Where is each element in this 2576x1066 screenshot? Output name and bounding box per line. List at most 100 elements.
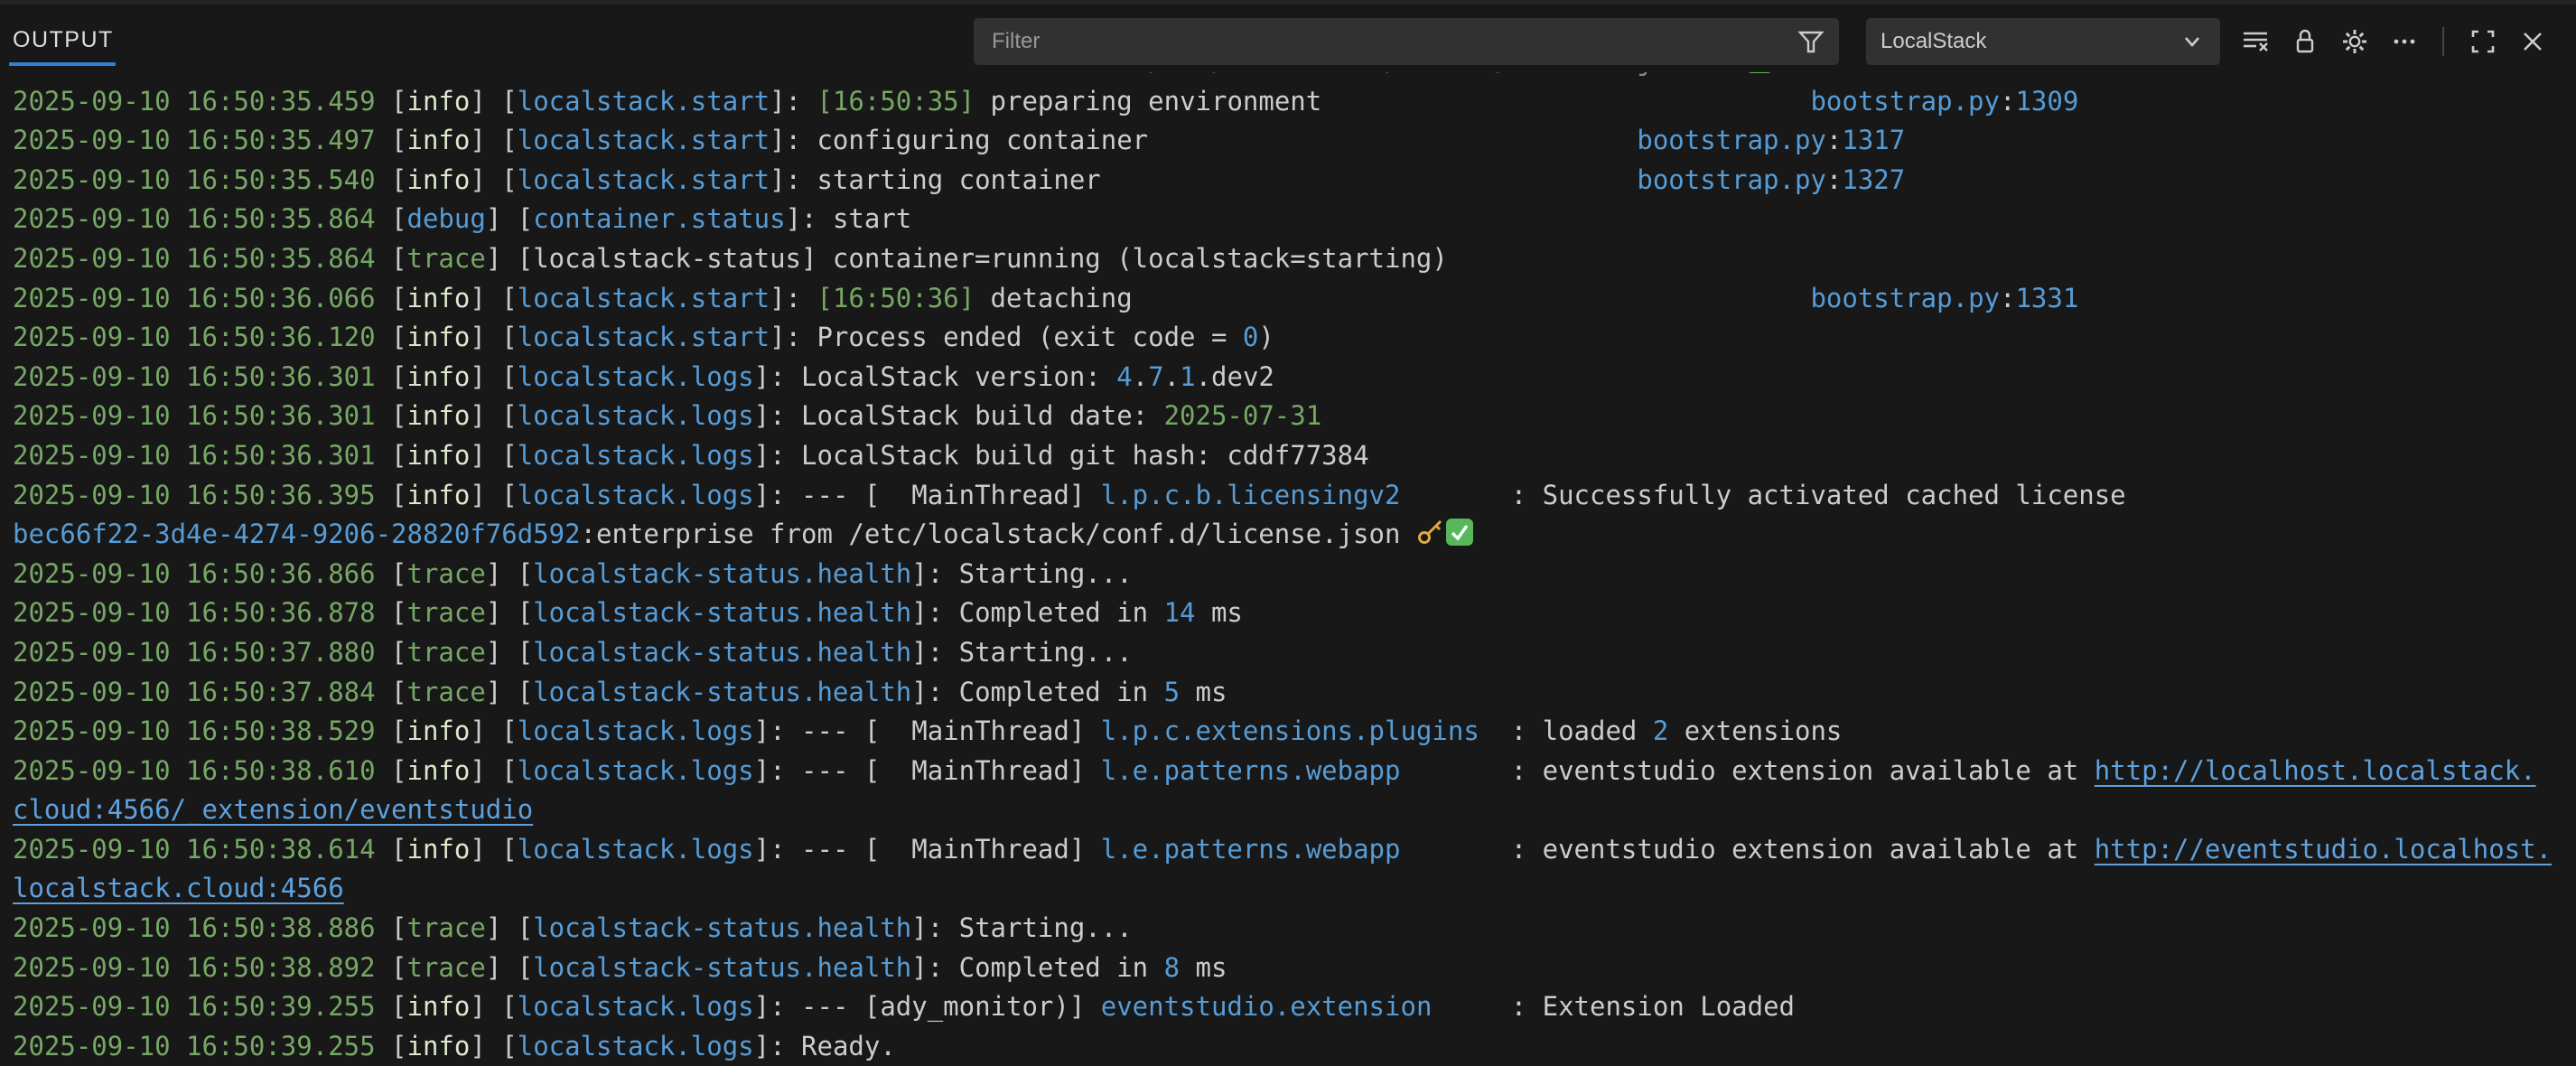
log-line: 2025-09-10 16:50:35.864 [debug] [contain… [13,200,2576,239]
log-token-text: ] [ [470,283,517,313]
log-token-text: [ [391,677,406,707]
log-token-text: ms [1180,952,1227,983]
log-token-text: ] [ [470,86,517,117]
active-tab-underline [9,62,116,66]
lock-icon[interactable] [2288,25,2321,59]
clear-output-icon[interactable] [2238,25,2272,59]
log-token-text: : Extension Loaded [1511,991,1795,1022]
close-panel-icon[interactable] [2515,25,2549,59]
log-token-text: ] [ [470,322,517,352]
log-token-trace: trace [407,912,486,943]
log-token-trace: trace [407,952,486,983]
log-token-text: : eventstudio extension available at [1511,755,2095,786]
log-token-text: ]: Starting... [911,558,1132,589]
log-token-text: ] [ [470,834,517,865]
log-token-text: ] [ [486,203,533,234]
log-token-text: ] [ [486,912,533,943]
log-token-text: ]: [770,283,817,313]
log-token-info: info [407,164,471,195]
log-token-name: eventstudio.extension [1101,991,1433,1022]
log-line: 2025-09-10 16:50:38.886 [trace] [localst… [13,909,2576,949]
log-token-name: localstack-status.health [533,597,911,628]
log-token-text: ]: configuring container [770,125,1148,155]
log-token-text: ]: --- [ MainThread] [754,480,1101,510]
log-token-trace: trace [407,637,486,668]
log-token-text: [ [391,164,406,195]
log-token-info: info [407,361,471,392]
log-token-text: [ [391,440,406,471]
log-token-number: 1 [1180,361,1195,392]
log-token-name: localstack.logs [518,400,754,431]
log-token-text: preparing environment [975,86,1321,117]
filter-funnel-icon[interactable] [1796,26,1826,57]
log-token-text: ] [ [470,1031,517,1061]
log-token-text: [ [391,637,406,668]
log-token-timestamp: 2025-09-10 16:50:35.459 [13,86,391,117]
log-token-name: localstack-status.health [533,677,911,707]
check-emoji-icon [1445,518,1474,547]
log-token-text: : loaded [1511,715,1653,746]
log-link[interactable]: http://eventstudio.localhost. [2095,834,2552,865]
log-token-number: 1331 [2015,283,2078,313]
log-token-text: [ [391,755,406,786]
log-token-trace: trace [407,597,486,628]
log-token-name: localstack.start [518,86,770,117]
gear-icon[interactable] [2338,25,2371,59]
log-token-text: ]: --- [ MainThread] [754,755,1101,786]
log-token-info: info [407,322,471,352]
log-token-text: [ [391,480,406,510]
log-token-text: ]: --- [ MainThread] [754,834,1101,865]
maximize-panel-icon[interactable] [2466,25,2499,59]
log-token-info: info [407,480,471,510]
log-token-text: [ [391,912,406,943]
log-token-timestamp: 2025-09-10 16:50:35.864 [13,243,391,274]
log-token-name: l.e.patterns.webapp [1101,834,1401,865]
log-token-text: ms [1196,597,1243,628]
log-token-number: 2 [1653,715,1668,746]
filter-input[interactable] [974,29,1796,54]
panel-tab-output[interactable]: OUTPUT [13,27,114,53]
log-token-text: ]: LocalStack build date: [754,400,1164,431]
log-line: 2025-09-10 16:50:38.892 [trace] [localst… [13,949,2576,988]
log-token-timestamp: 2025-09-10 16:50:36.301 [13,361,391,392]
log-token-name: bec66f22-3d4e-4274-9206-28820f76d592 [13,519,581,549]
log-line: bec66f22-3d4e-4274-9206-28820f76d592:ent… [13,515,2576,555]
log-token-number: 1327 [1842,164,1905,195]
log-token-text: ]: [770,86,817,117]
log-token-name: localstack.start [518,322,770,352]
log-link[interactable]: cloud:4566/_extension/eventstudio [13,794,533,825]
log-token-info: info [407,715,471,746]
log-output-area[interactable]: /etc/localstack/conf.d/license.json 2025… [0,72,2576,1066]
log-token-timestamp: 2025-09-10 16:50:35.540 [13,164,391,195]
log-token-timestamp: 2025-09-10 16:50:36.301 [13,440,391,471]
log-token-timestamp: 2025-09-10 16:50:36.395 [13,480,391,510]
log-line: 2025-09-10 16:50:38.529 [info] [localsta… [13,712,2576,752]
log-token-timestamp: 2025-09-10 16:50:38.886 [13,912,391,943]
log-link[interactable]: localstack.cloud:4566 [13,873,344,903]
log-line: localstack.cloud:4566 [13,869,2576,909]
log-token-date: 2025-07-31 [1164,400,1322,431]
log-token-text: [ [391,597,406,628]
filter-box [974,18,1839,65]
log-token-name: localstack.logs [518,755,754,786]
log-token-text: ]: Starting... [911,912,1132,943]
log-token-number: 5 [1164,677,1180,707]
log-line: 2025-09-10 16:50:38.610 [info] [localsta… [13,752,2576,791]
log-token-text: ] [ [470,164,517,195]
log-token-text: ] [ [486,597,533,628]
toolbar-divider [2442,27,2444,56]
key-emoji-icon [1716,72,1745,74]
log-token-name: localstack.logs [518,440,754,471]
log-token-timestamp: 2025-09-10 16:50:38.529 [13,715,391,746]
ellipsis-icon[interactable] [2387,25,2421,59]
output-channel-select[interactable]: LocalStack [1866,18,2220,65]
log-token-name: localstack.logs [518,1031,754,1061]
log-token-timestamp: 2025-09-10 16:50:36.878 [13,597,391,628]
log-token-text: [ [391,322,406,352]
log-token-text: extensions [1668,715,1842,746]
log-token-text: ]: Completed in [911,597,1163,628]
log-token-timestamp: [16:50:36] [817,283,975,313]
log-token-text: .dev2 [1196,361,1274,392]
log-token-text: ] [ [486,558,533,589]
log-link[interactable]: http://localhost.localstack. [2095,755,2536,786]
